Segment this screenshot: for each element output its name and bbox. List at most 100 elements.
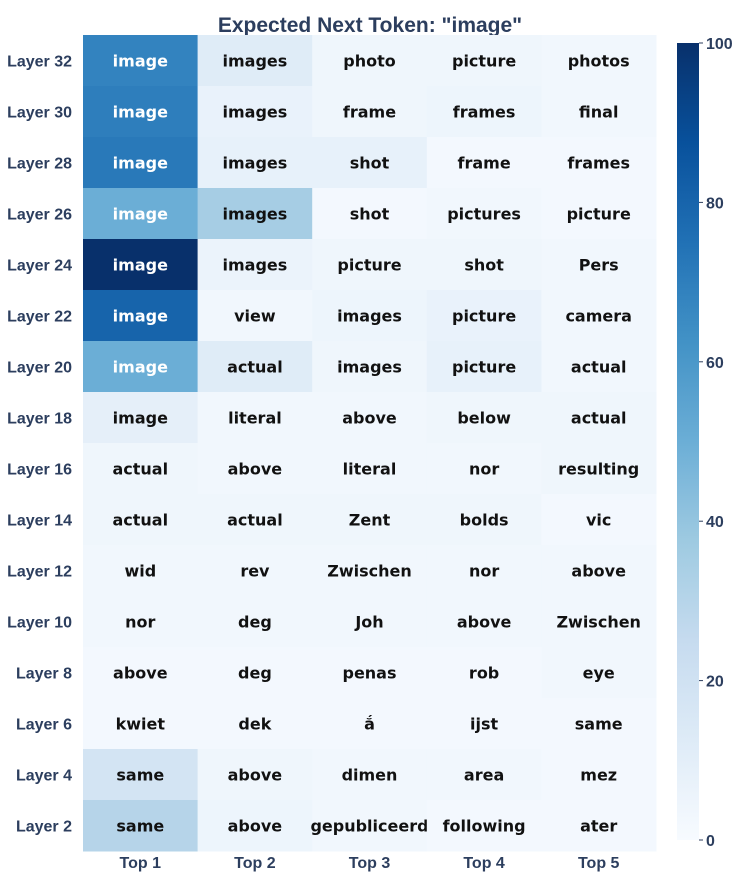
cell-token-label: picture [452, 52, 516, 71]
row-label: Layer 28 [7, 156, 72, 173]
row-label: Layer 32 [7, 54, 72, 71]
cell-token-label: ắ [364, 715, 375, 734]
row-label: Layer 12 [7, 564, 72, 581]
cell-token-label: camera [565, 307, 632, 326]
row-label: Layer 26 [7, 207, 72, 224]
cell-token-label: actual [571, 409, 627, 428]
row-label: Layer 16 [7, 462, 72, 479]
cell-token-label: frames [453, 103, 516, 122]
row-label: Layer 20 [7, 360, 72, 377]
cell-token-label: images [223, 154, 288, 173]
cell-token-label: actual [227, 358, 283, 377]
row-label: Layer 10 [7, 615, 72, 632]
cell-token-label: Joh [354, 613, 383, 632]
row-label: Layer 6 [16, 717, 72, 734]
cell-token-label: rob [469, 664, 499, 683]
cell-token-label: images [223, 205, 288, 224]
cell-token-label: penas [342, 664, 396, 683]
cell-token-label: nor [469, 460, 499, 479]
cell-token-label: picture [452, 358, 516, 377]
column-label: Top 2 [234, 855, 276, 872]
row-labels: Layer 32 Layer 30 Layer 28 Layer 26 Layer 24… [7, 54, 72, 836]
cell-token-label: Zwischen [327, 562, 412, 581]
cell-token-label: picture [567, 205, 631, 224]
cell-token-label: images [337, 307, 402, 326]
cell-token-label: images [223, 256, 288, 275]
cell-token-label: ater [580, 817, 617, 836]
cell-token-label: Zwischen [556, 613, 641, 632]
row-label: Layer 30 [7, 105, 72, 122]
cell-token-label: kwiet [116, 715, 166, 734]
cell-token-label: Zent [349, 511, 391, 530]
row-label: Layer 18 [7, 411, 72, 428]
cell-token-label: bolds [460, 511, 509, 530]
cell-token-label: above [342, 409, 397, 428]
cell-token-label: same [116, 817, 164, 836]
cell-token-label: image [113, 358, 168, 377]
cell-token-label: deg [238, 664, 272, 683]
cell-token-label: shot [350, 154, 390, 173]
cell-token-label: view [234, 307, 276, 326]
cell-token-label: image [113, 409, 168, 428]
cell-token-label: same [575, 715, 623, 734]
cell-token-label: nor [125, 613, 155, 632]
row-label: Layer 4 [16, 768, 72, 785]
cell-token-label: deg [238, 613, 272, 632]
cell-token-label: images [337, 358, 402, 377]
cell-token-label: actual [112, 511, 168, 530]
row-label: Layer 24 [7, 258, 72, 275]
cell-token-label: images [223, 103, 288, 122]
row-label: Layer 22 [7, 309, 72, 326]
cell-token-label: photos [568, 52, 630, 71]
colorbar-tick-label: 60 [706, 355, 724, 372]
cell-token-label: pictures [447, 205, 521, 224]
row-label: Layer 2 [16, 819, 72, 836]
cell-token-label: image [113, 256, 168, 275]
cell-token-label: above [571, 562, 626, 581]
colorbar-tick-label: 40 [706, 514, 724, 531]
cell-token-label: vic [586, 511, 611, 530]
cell-token-label: eye [583, 664, 615, 683]
cell-token-label: resulting [558, 460, 639, 479]
cell-token-label: actual [112, 460, 168, 479]
cell-token-label: actual [227, 511, 283, 530]
cell-token-label: final [579, 103, 619, 122]
cell-token-label: photo [343, 52, 395, 71]
cell-token-label: above [457, 613, 512, 632]
cell-token-label: Pers [579, 256, 619, 275]
cell-token-label: actual [571, 358, 627, 377]
cell-token-label: frames [567, 154, 630, 173]
cell-token-label: literal [228, 409, 282, 428]
colorbar-tick-label: 100 [706, 36, 733, 53]
heatmap-chart: Expected Next Token: "image" image images… [7, 14, 733, 872]
colorbar-tick-label: 20 [706, 674, 724, 691]
cell-token-label: gepubliceerd [310, 817, 428, 836]
cell-token-label: above [228, 817, 283, 836]
cell-token-label: wid [124, 562, 156, 581]
cell-token-label: above [228, 460, 283, 479]
cell-token-label: same [116, 766, 164, 785]
cell-token-label: rev [240, 562, 270, 581]
cell-token-label: frame [343, 103, 396, 122]
cell-token-label: area [464, 766, 504, 785]
cell-token-label: above [113, 664, 168, 683]
cell-token-label: image [113, 205, 168, 224]
cell-token-label: image [113, 154, 168, 173]
cell-token-label: dek [238, 715, 271, 734]
column-label: Top 4 [463, 855, 505, 872]
row-label: Layer 8 [16, 666, 72, 683]
cell-token-label: ijst [470, 715, 498, 734]
chart-title: Expected Next Token: "image" [218, 14, 522, 37]
cell-token-label: picture [452, 307, 516, 326]
cell-token-label: below [457, 409, 511, 428]
colorbar [677, 43, 699, 840]
cell-token-label: above [228, 766, 283, 785]
cell-token-label: shot [350, 205, 390, 224]
cell-token-label: images [223, 52, 288, 71]
column-label: Top 3 [349, 855, 391, 872]
heatmap-grid: image images photo picture photosimage images… [83, 35, 657, 852]
cell-token-label: image [113, 52, 168, 71]
cell-token-label: frame [458, 154, 511, 173]
cell-token-label: image [113, 307, 168, 326]
cell-token-label: picture [337, 256, 401, 275]
